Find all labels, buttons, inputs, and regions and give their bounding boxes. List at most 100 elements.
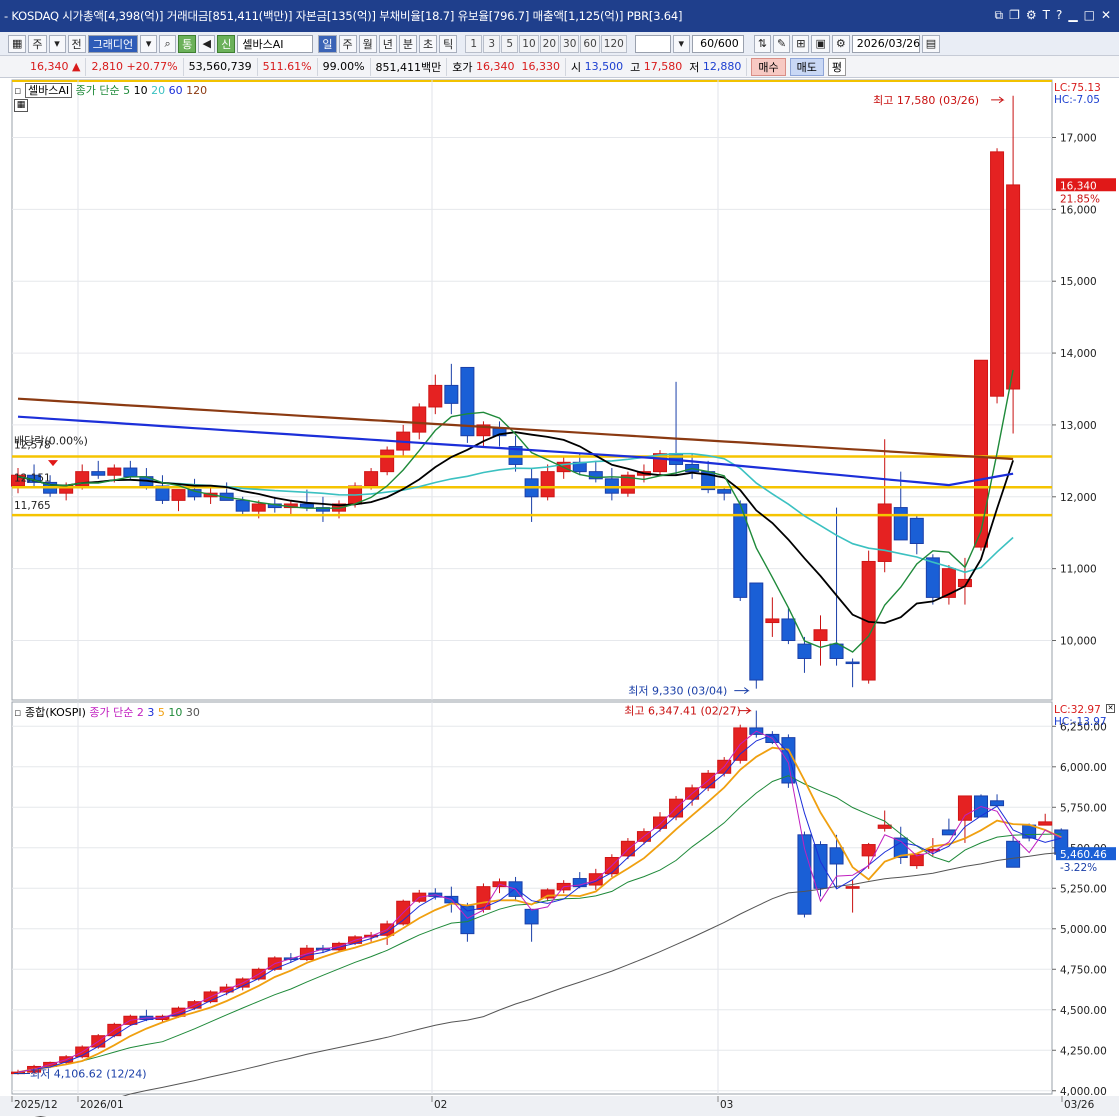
- low-label: 저: [689, 60, 700, 74]
- high-marker-label: 최고 17,580 (03/26): [873, 94, 979, 107]
- link-icon[interactable]: ⧉: [995, 8, 1004, 23]
- calendar-icon[interactable]: ▤: [921, 34, 941, 53]
- close-icon[interactable]: ✕: [1101, 8, 1111, 23]
- change-pct: +20.77%: [126, 60, 178, 73]
- index-candle: [957, 795, 972, 821]
- text-icon[interactable]: T: [1043, 8, 1050, 23]
- price-tick-label: 13,000: [1060, 420, 1097, 432]
- interval-button-30[interactable]: 30: [560, 34, 580, 53]
- period-tab-6[interactable]: 틱: [439, 34, 458, 53]
- period-tab-4[interactable]: 분: [398, 34, 418, 53]
- interval-button-20[interactable]: 20: [539, 34, 560, 53]
- period-tab-1[interactable]: 주: [338, 34, 357, 53]
- settings-icon[interactable]: ⚙: [1026, 8, 1037, 23]
- price-candle: [974, 359, 988, 548]
- support-line-label: 12,151: [14, 472, 51, 484]
- price-candle: [444, 384, 459, 404]
- interval-button-120[interactable]: 120: [600, 34, 627, 53]
- gear-icon[interactable]: ⚙: [831, 34, 850, 53]
- top-lc: LC:75.13: [1054, 82, 1101, 94]
- period-tab-5[interactable]: 초: [419, 34, 438, 53]
- tong-button[interactable]: 통: [178, 34, 197, 53]
- index-tick-label: 4,000.00: [1060, 1086, 1107, 1098]
- price-candle: [1006, 184, 1021, 390]
- sell-button[interactable]: 매도: [789, 57, 824, 76]
- change-values: 2,810 +20.77%: [86, 57, 184, 76]
- price-tag-label: 16,340: [1060, 180, 1097, 192]
- stock-code-input[interactable]: 그래디언: [87, 34, 139, 53]
- count-field[interactable]: 60/600: [691, 34, 744, 53]
- kospi-price-tag-label: 5,460.46: [1060, 849, 1107, 861]
- buy-button[interactable]: 매수: [751, 57, 786, 76]
- price-candle: [909, 517, 924, 545]
- interval-button-10[interactable]: 10: [519, 34, 539, 53]
- up-arrow-icon: ▲: [72, 60, 81, 73]
- panel-close-icon[interactable]: ✕: [1106, 704, 1115, 713]
- price-candle: [540, 471, 555, 498]
- interval-custom-input[interactable]: [634, 34, 671, 53]
- date-field[interactable]: 2026/03/26: [851, 34, 920, 53]
- period-tab-2[interactable]: 월: [358, 34, 377, 53]
- candle-type-icon[interactable]: ⇅: [753, 34, 772, 53]
- help-icon[interactable]: ?: [1056, 8, 1062, 23]
- period-tab-0[interactable]: 일: [318, 34, 337, 53]
- bottom-ma-label: 종가 단순: [89, 706, 134, 719]
- high-value: 17,580: [643, 60, 683, 73]
- period-tab-3[interactable]: 년: [378, 34, 397, 53]
- top-ma-10: 10: [133, 84, 148, 97]
- search-icon[interactable]: ⌕: [159, 34, 177, 53]
- bottom-index-name[interactable]: 종합(KOSPI): [25, 706, 86, 719]
- period-week-select[interactable]: 주: [28, 34, 47, 53]
- dropdown-icon[interactable]: ▾: [48, 34, 66, 53]
- stock-name-field[interactable]: 셀바스AI: [237, 34, 314, 53]
- code-dropdown-icon[interactable]: ▾: [140, 34, 158, 53]
- interval-buttons: 1 3 5 10 20 30 60 120: [465, 34, 627, 53]
- price-tick-label: 17,000: [1060, 132, 1097, 144]
- bottom-ma-5: 5: [157, 706, 165, 719]
- interval-button-3[interactable]: 3: [483, 34, 501, 53]
- grid-icon[interactable]: ▦: [8, 34, 27, 53]
- price-candle: [765, 618, 780, 624]
- index-tick-label: 4,750.00: [1060, 964, 1107, 976]
- sound-icon[interactable]: ◀: [198, 34, 216, 53]
- chart-area[interactable]: 10,000 11,000 12,000 13,000 14,000 15,000 16,0…: [0, 78, 1119, 1117]
- price-candle: [845, 661, 860, 665]
- maximize-icon[interactable]: □: [1084, 8, 1095, 23]
- interval-button-1[interactable]: 1: [465, 34, 483, 53]
- price-pct-label: 21.85%: [1060, 193, 1100, 205]
- price-candle: [364, 471, 379, 487]
- open-value: 13,500: [584, 60, 624, 73]
- index-panel-frame: [11, 701, 1053, 1095]
- top-ma-label: 종가 단순: [75, 84, 120, 97]
- interval-dropdown-icon[interactable]: ▾: [672, 34, 690, 53]
- price-candle: [91, 471, 106, 476]
- top-stock-name[interactable]: 셀바스AI: [24, 83, 73, 98]
- volume: 53,560,739: [184, 57, 258, 76]
- open-label: 시: [571, 60, 582, 74]
- minimize-icon[interactable]: ▁: [1068, 8, 1077, 23]
- draw-tool-icon[interactable]: ✎: [773, 34, 791, 53]
- interval-button-60[interactable]: 60: [580, 34, 600, 53]
- price-candle: [412, 406, 427, 433]
- table-icon[interactable]: ▦: [14, 99, 28, 112]
- bottom-legend: ▫ 종합(KOSPI) 종가 단순 2 3 5 10 30: [14, 704, 200, 720]
- restore-icon[interactable]: ❐: [1009, 8, 1020, 23]
- compare-icon[interactable]: ⊞: [792, 34, 810, 53]
- bottom-hc: HC:-13.97: [1054, 716, 1107, 728]
- low-value: 12,880: [702, 60, 742, 73]
- chart-toolbar: ▦ 주 ▾ 전 그래디언 ▾ ⌕ 통 ◀ 신 셀바스AI 일주월년분초틱 135…: [0, 32, 1119, 56]
- index-tick-label: 5,000.00: [1060, 924, 1107, 936]
- index-candle: [845, 886, 860, 889]
- credit-button[interactable]: 신: [217, 34, 236, 53]
- index-candle: [1006, 840, 1021, 868]
- x-axis-label: 02: [434, 1099, 447, 1111]
- index-candle: [829, 847, 844, 865]
- interval-button-5[interactable]: 5: [501, 34, 519, 53]
- x-axis-label: 03: [720, 1099, 733, 1111]
- hoga-label: 호가: [452, 60, 473, 74]
- prev-button[interactable]: 전: [67, 34, 86, 53]
- price-candle: [299, 503, 314, 509]
- flat-button[interactable]: 평: [827, 57, 847, 76]
- window-titlebar: - KOSDAQ 시가총액[4,398(억)] 거래대금[851,411(백만)…: [0, 0, 1119, 32]
- save-icon[interactable]: ▣: [811, 34, 830, 53]
